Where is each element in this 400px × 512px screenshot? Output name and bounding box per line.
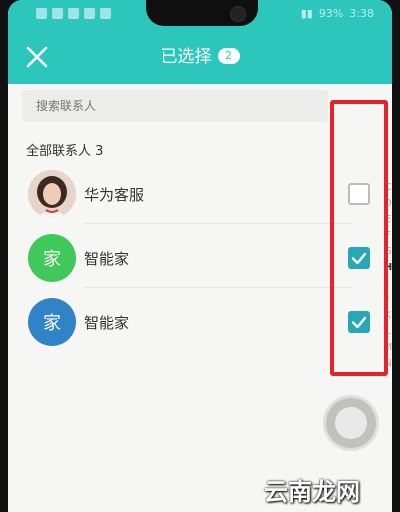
section-label: 全部联系人 [26,144,92,159]
notification-icon [84,8,95,19]
row-divider [84,287,352,288]
selected-count-badge: 2 [217,48,240,64]
row-divider [84,223,352,224]
avatar [28,170,76,218]
notification-icon [36,8,47,19]
person-photo-icon [28,170,76,218]
status-right: ▮▮ 93% 3:38 [301,7,374,20]
avatar: 家 [28,298,76,346]
floating-assistive-button[interactable] [326,398,376,448]
notification-icon [100,8,111,19]
time-text: 3:38 [349,7,374,20]
app-header: ▮▮ 93% 3:38 已选择 2 [8,0,392,84]
avatar: 家 [28,234,76,282]
contact-name: 智能家 [84,314,130,332]
section-count: 3 [95,144,104,159]
status-bar: ▮▮ 93% 3:38 [8,0,392,28]
section-header: 全部联系人 3 [26,140,103,159]
contact-name: 智能家 [84,250,130,268]
annotation-highlight-box [330,100,388,376]
notification-icon [68,8,79,19]
battery-text: 93% [318,7,344,20]
search-input[interactable] [22,90,328,122]
page-title: 已选择 2 [8,44,392,70]
watermark-text: 云南龙网 [264,478,360,506]
phone-screen: ▮▮ 93% 3:38 已选择 2 全部联系人 3 [8,0,392,512]
signal-icon: ▮▮ [300,7,313,20]
screenshot-frame: ▮▮ 93% 3:38 已选择 2 全部联系人 3 [0,0,400,512]
camera-notch [146,0,258,26]
camera-icon [230,6,246,22]
notification-icon [52,8,63,19]
assistive-inner-circle [335,407,367,439]
title-text: 已选择 [160,47,212,67]
notification-icons [36,8,111,19]
contact-name: 华为客服 [84,186,145,204]
